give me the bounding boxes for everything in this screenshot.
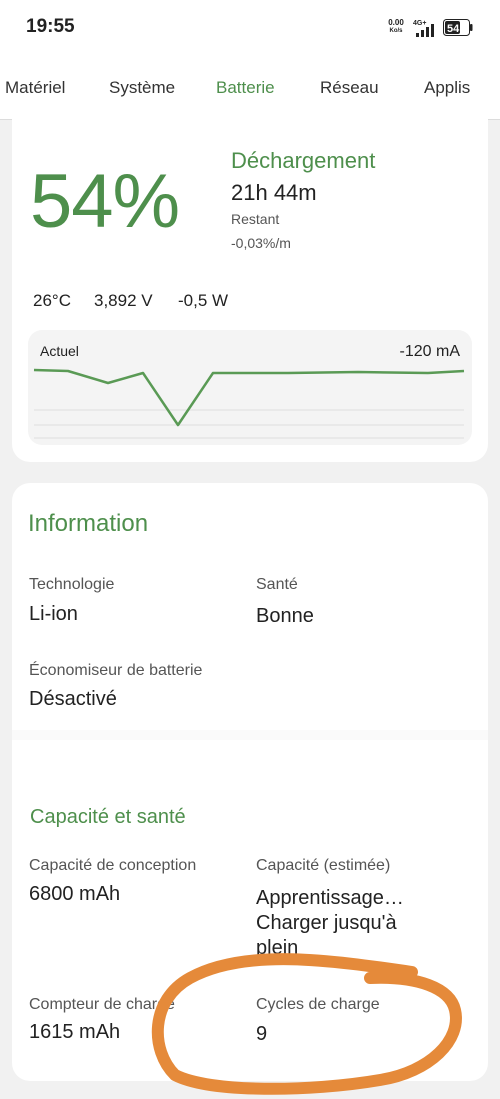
technology-label: Technologie xyxy=(29,576,115,593)
health-value: Bonne xyxy=(256,605,314,627)
battery-power: -0,5 W xyxy=(178,291,229,310)
network-speed-unit: Ko/s xyxy=(389,28,403,34)
graph-label: Actuel xyxy=(40,343,79,359)
estimated-capacity-label: Capacité (estimée) xyxy=(256,857,391,874)
battery-level-text: 54 xyxy=(447,23,460,35)
network-speed-value: 0.00 xyxy=(388,18,404,27)
charge-cycles-value: 9 xyxy=(256,1023,268,1045)
information-title: Information xyxy=(28,510,149,537)
discharge-rate: -0,03%/m xyxy=(231,235,291,251)
information-card xyxy=(12,483,488,1081)
estimated-capacity-line2: Charger jusqu'à xyxy=(256,912,397,934)
battery-voltage: 3,892 V xyxy=(94,291,153,310)
battery-saver-label: Économiseur de batterie xyxy=(29,662,203,679)
battery-state: Déchargement xyxy=(231,148,376,173)
estimated-capacity-line3: plein xyxy=(256,937,299,959)
battery-percentage: 54% xyxy=(30,159,180,244)
signal-icon: 4G+ xyxy=(413,20,434,37)
network-speed: 0.00 Ko/s xyxy=(384,19,408,35)
tab-applis[interactable]: Applis xyxy=(424,78,470,98)
tab-systeme[interactable]: Système xyxy=(109,78,175,98)
tab-reseau[interactable]: Réseau xyxy=(320,78,379,98)
design-capacity-label: Capacité de conception xyxy=(29,857,197,874)
remaining-label: Restant xyxy=(231,211,280,227)
design-capacity-value: 6800 mAh xyxy=(29,883,121,905)
charge-counter-label: Compteur de charge xyxy=(29,996,175,1013)
estimated-capacity-line1: Apprentissage… xyxy=(256,887,404,909)
battery-icon: 54 xyxy=(443,19,473,36)
current-graph: Actuel -120 mA xyxy=(28,330,472,445)
capacity-title: Capacité et santé xyxy=(30,806,186,828)
technology-value: Li-ion xyxy=(29,603,78,625)
status-time: 19:55 xyxy=(26,16,75,37)
section-divider xyxy=(12,730,488,740)
battery-temperature: 26°C xyxy=(33,291,71,310)
charge-cycles-label: Cycles de charge xyxy=(256,996,380,1013)
health-label: Santé xyxy=(256,576,298,593)
network-type-label: 4G+ xyxy=(413,20,426,27)
status-bar: 19:55 0.00 Ko/s 4G+ 54 xyxy=(0,0,500,58)
tab-materiel[interactable]: Matériel xyxy=(5,78,65,98)
charge-counter-value: 1615 mAh xyxy=(29,1021,121,1043)
battery-saver-value: Désactivé xyxy=(29,688,117,710)
tab-batterie[interactable]: Batterie xyxy=(216,78,275,98)
current-line xyxy=(33,368,465,427)
graph-current-value: -120 mA xyxy=(399,343,460,360)
remaining-time: 21h 44m xyxy=(231,180,317,205)
